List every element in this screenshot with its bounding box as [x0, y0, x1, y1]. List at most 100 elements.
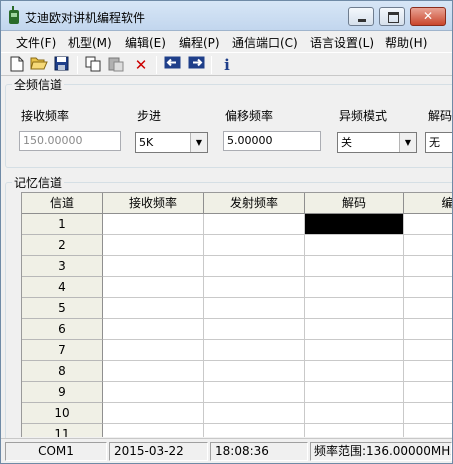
grid-cell[interactable]	[404, 424, 452, 437]
row-header[interactable]: 10	[22, 403, 103, 424]
grid-cell[interactable]	[103, 277, 204, 298]
copy-icon[interactable]	[84, 56, 102, 74]
grid-cell[interactable]	[103, 340, 204, 361]
col-header-tx-freq[interactable]: 发射频率	[204, 193, 305, 214]
status-time: 18:08:36	[210, 442, 308, 461]
grid-cell[interactable]	[103, 214, 204, 235]
grid-cell[interactable]	[404, 361, 452, 382]
status-date: 2015-03-22	[109, 442, 208, 461]
row-header[interactable]: 1	[22, 214, 103, 235]
read-radio-icon[interactable]	[163, 56, 181, 74]
open-folder-icon[interactable]	[30, 56, 48, 74]
col-header-decode[interactable]: 解码	[305, 193, 404, 214]
offset-freq-field[interactable]: 5.00000	[223, 131, 321, 151]
row-header[interactable]: 7	[22, 340, 103, 361]
grid-cell[interactable]	[204, 361, 305, 382]
grid-cell[interactable]	[305, 214, 404, 235]
info-icon[interactable]: i	[218, 56, 236, 74]
split-mode-value: 关	[341, 136, 352, 149]
status-bar: COM1 2015-03-22 18:08:36 频率范围:136.00000M…	[1, 438, 452, 463]
grid-cell[interactable]	[404, 256, 452, 277]
grid-cell[interactable]	[204, 340, 305, 361]
grid-cell[interactable]	[404, 214, 452, 235]
col-header-channel[interactable]: 信道	[22, 193, 103, 214]
grid-cell[interactable]	[404, 235, 452, 256]
row-header[interactable]: 11	[22, 424, 103, 437]
split-mode-label: 异频模式	[339, 109, 388, 123]
chevron-down-icon: ▼	[190, 133, 207, 152]
menu-program[interactable]: 编程(P)	[179, 34, 220, 51]
grid-cell[interactable]	[103, 298, 204, 319]
grid-cell[interactable]	[204, 235, 305, 256]
grid-cell[interactable]	[404, 382, 452, 403]
grid-cell[interactable]	[204, 382, 305, 403]
step-label: 步进	[137, 109, 162, 123]
grid-cell[interactable]	[103, 319, 204, 340]
row-header[interactable]: 4	[22, 277, 103, 298]
grid-cell[interactable]	[305, 235, 404, 256]
grid-cell[interactable]	[103, 403, 204, 424]
title-bar: 艾迪欧对讲机编程软件	[1, 1, 452, 31]
grid-cell[interactable]	[404, 319, 452, 340]
grid-cell[interactable]	[404, 277, 452, 298]
grid-cell[interactable]	[404, 403, 452, 424]
menu-comm-port[interactable]: 通信端口(C)	[232, 34, 298, 51]
grid-cell[interactable]	[204, 277, 305, 298]
grid-cell[interactable]	[204, 319, 305, 340]
full-band-group	[5, 84, 452, 168]
chevron-down-icon: ▼	[399, 133, 416, 152]
grid-cell[interactable]	[103, 235, 204, 256]
memory-channel-grid[interactable]: 信道 接收频率 发射频率 解码 编码 1234567891011	[21, 192, 452, 437]
grid-cell[interactable]	[305, 319, 404, 340]
grid-cell[interactable]	[404, 340, 452, 361]
grid-cell[interactable]	[305, 277, 404, 298]
grid-cell[interactable]	[103, 361, 204, 382]
step-select[interactable]: 5K ▼	[135, 132, 208, 153]
grid-cell[interactable]	[204, 403, 305, 424]
row-header[interactable]: 6	[22, 319, 103, 340]
walkie-talkie-icon	[9, 6, 19, 24]
grid-cell[interactable]	[204, 256, 305, 277]
grid-cell[interactable]	[404, 298, 452, 319]
grid-cell[interactable]	[103, 256, 204, 277]
menu-help[interactable]: 帮助(H)	[385, 34, 427, 51]
col-header-rx-freq[interactable]: 接收频率	[103, 193, 204, 214]
minimize-button[interactable]	[348, 7, 374, 26]
grid-cell[interactable]	[103, 382, 204, 403]
grid-cell[interactable]	[305, 256, 404, 277]
grid-cell[interactable]	[305, 340, 404, 361]
grid-cell[interactable]	[305, 403, 404, 424]
close-button[interactable]	[410, 7, 446, 26]
grid-cell[interactable]	[305, 361, 404, 382]
row-header[interactable]: 5	[22, 298, 103, 319]
decode-select[interactable]: 无	[425, 132, 452, 153]
maximize-button[interactable]	[379, 7, 405, 26]
menu-bar: 文件(F) 机型(M) 编辑(E) 编程(P) 通信端口(C) 语言设置(L) …	[1, 32, 452, 52]
decode-value: 无	[429, 136, 440, 149]
decode-label: 解码	[428, 109, 453, 123]
new-file-icon[interactable]	[8, 56, 26, 74]
grid-cell[interactable]	[204, 214, 305, 235]
grid-cell[interactable]	[305, 424, 404, 437]
paste-icon[interactable]	[107, 56, 125, 74]
grid-cell[interactable]	[103, 424, 204, 437]
status-freq-range: 频率范围:136.00000MHz	[310, 442, 452, 461]
grid-cell[interactable]	[305, 298, 404, 319]
row-header[interactable]: 2	[22, 235, 103, 256]
row-header[interactable]: 8	[22, 361, 103, 382]
grid-cell[interactable]	[305, 382, 404, 403]
grid-cell[interactable]	[204, 424, 305, 437]
menu-edit[interactable]: 编辑(E)	[125, 34, 166, 51]
write-radio-icon[interactable]	[187, 56, 205, 74]
rx-freq-field[interactable]: 150.00000	[19, 131, 121, 151]
menu-model[interactable]: 机型(M)	[68, 34, 112, 51]
grid-cell[interactable]	[204, 298, 305, 319]
row-header[interactable]: 3	[22, 256, 103, 277]
split-mode-select[interactable]: 关 ▼	[337, 132, 417, 153]
save-icon[interactable]	[52, 56, 70, 74]
col-header-encode[interactable]: 编码	[404, 193, 452, 214]
row-header[interactable]: 9	[22, 382, 103, 403]
menu-language[interactable]: 语言设置(L)	[310, 34, 374, 51]
menu-file[interactable]: 文件(F)	[16, 34, 56, 51]
delete-icon[interactable]: ✕	[132, 56, 150, 74]
